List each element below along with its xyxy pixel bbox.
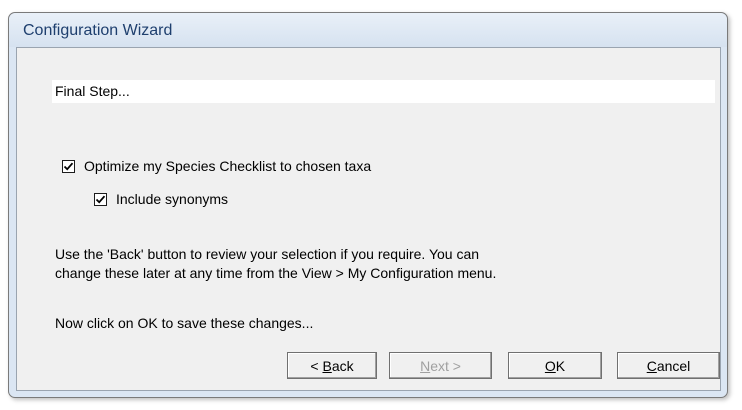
cancel-button[interactable]: Cancel: [617, 352, 720, 379]
back-button[interactable]: < Back: [287, 352, 377, 379]
include-synonyms-checkbox[interactable]: [94, 192, 107, 206]
include-synonyms-label: Include synonyms: [116, 191, 229, 207]
next-button-mnemonic: N: [420, 357, 431, 374]
include-synonyms-option[interactable]: Include synonyms: [94, 191, 228, 207]
title-bar[interactable]: Configuration Wizard: [9, 13, 727, 47]
next-button-rest: ext >: [430, 357, 461, 374]
checkmark-icon: [95, 195, 106, 204]
back-button-mnemonic: B: [322, 357, 332, 374]
optimize-checklist-option[interactable]: Optimize my Species Checklist to chosen …: [62, 158, 371, 174]
info-line-2: change these later at any time from the …: [55, 265, 497, 281]
ok-button-mnemonic: O: [544, 357, 556, 374]
save-prompt: Now click on OK to save these changes...: [55, 315, 314, 331]
configuration-wizard-window: Configuration Wizard Final Step... Optim…: [8, 12, 728, 398]
back-button-prefix: <: [310, 357, 323, 374]
window-title: Configuration Wizard: [23, 22, 173, 39]
cancel-button-rest: ancel: [656, 357, 691, 374]
checkmark-icon: [63, 162, 74, 171]
cancel-button-mnemonic: C: [646, 357, 657, 374]
step-header: Final Step...: [52, 80, 715, 103]
info-text: Use the 'Back' button to review your sel…: [55, 245, 496, 283]
dialog-content: Final Step... Optimize my Species Checkl…: [16, 47, 721, 391]
info-line-1: Use the 'Back' button to review your sel…: [55, 246, 480, 262]
step-title: Final Step...: [55, 83, 130, 99]
optimize-checklist-label: Optimize my Species Checklist to chosen …: [84, 158, 372, 174]
next-button[interactable]: Next >: [389, 352, 492, 379]
ok-button[interactable]: OK: [508, 352, 602, 379]
back-button-rest: ack: [331, 357, 354, 374]
ok-button-rest: K: [555, 357, 566, 374]
optimize-checklist-checkbox[interactable]: [62, 159, 75, 173]
